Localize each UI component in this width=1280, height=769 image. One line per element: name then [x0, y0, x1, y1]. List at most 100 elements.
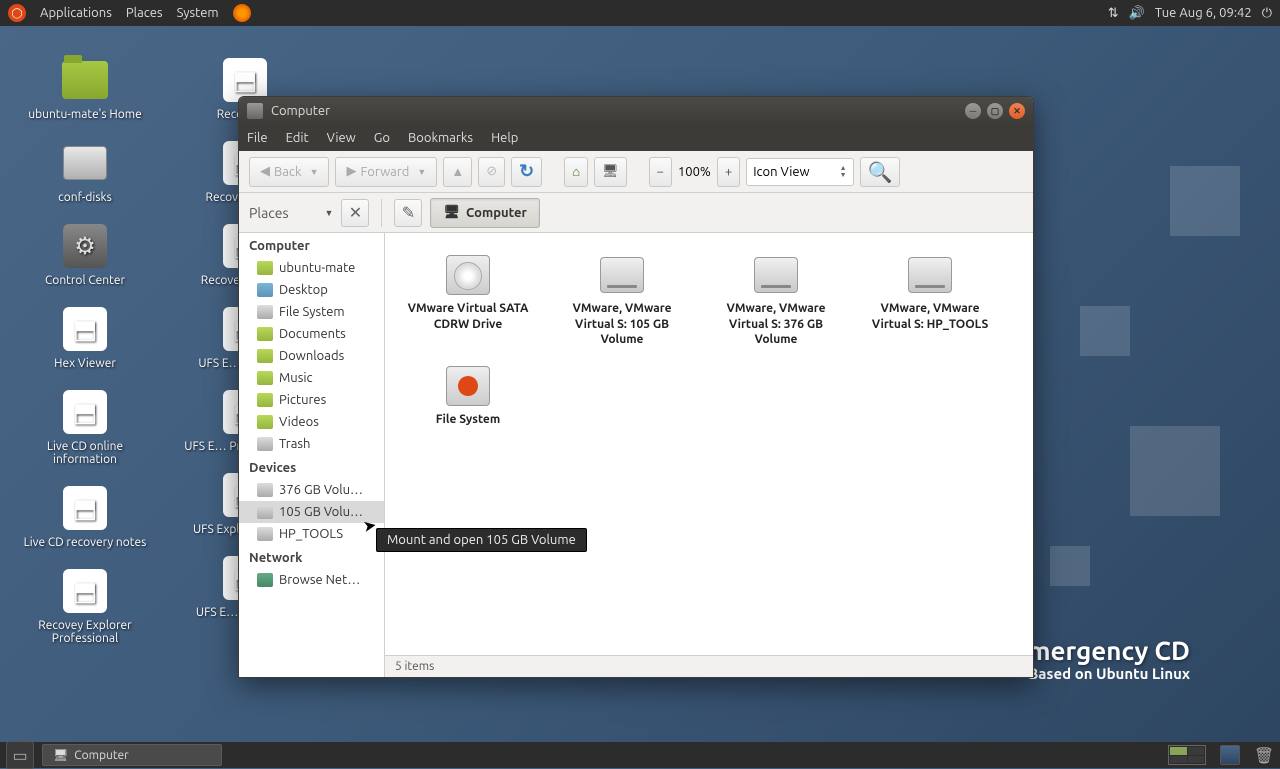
sidebar-item[interactable]: Music	[239, 367, 384, 389]
search-button[interactable]: 🔍	[860, 157, 901, 187]
network-icon[interactable]: ⇅	[1108, 6, 1119, 21]
path-segment-computer[interactable]: 🖥Computer	[430, 198, 539, 228]
zoom-in-button[interactable]: +	[717, 157, 740, 187]
sidebar-group-header: Computer	[239, 233, 384, 257]
file-item[interactable]: File System	[401, 360, 535, 432]
menu-file[interactable]: File	[247, 131, 268, 145]
sidebar-item[interactable]: Browse Net…	[239, 569, 384, 591]
trash-icon[interactable]: 🗑	[1254, 745, 1274, 765]
computer-button[interactable]: 🖥	[594, 157, 627, 187]
forward-button[interactable]: ▶Forward▼	[335, 157, 437, 187]
clock[interactable]: Tue Aug 6, 09:42	[1155, 6, 1252, 20]
volume-icon[interactable]: 🔊	[1129, 6, 1145, 21]
disk-icon	[257, 527, 273, 541]
show-desktop-corner[interactable]	[1220, 745, 1240, 765]
sidebar-item-label: Videos	[279, 415, 319, 429]
top-panel: ◯ Applications Places System ⇅ 🔊 Tue Aug…	[0, 0, 1280, 26]
workspace-switcher[interactable]	[1168, 745, 1206, 765]
sidebar-item-label: Browse Net…	[279, 573, 360, 587]
close-sidebar-button[interactable]: ✕	[341, 199, 369, 227]
desktop-icon[interactable]: ubuntu-mate's Home	[28, 56, 142, 121]
file-item[interactable]: VMware, VMware Virtual S: 105 GB Volume	[555, 249, 689, 352]
menu-bookmarks[interactable]: Bookmarks	[408, 131, 473, 145]
sidebar-item[interactable]: Documents	[239, 323, 384, 345]
sidebar-item[interactable]: ubuntu-mate	[239, 257, 384, 279]
app-icon: ⬒	[61, 567, 109, 615]
sidebar-item[interactable]: Trash	[239, 433, 384, 455]
back-button[interactable]: ◀Back▼	[249, 157, 329, 187]
home-icon: ⌂	[572, 164, 580, 179]
desktop-icon[interactable]: ⬒ Hex Viewer	[54, 305, 116, 370]
menu-go[interactable]: Go	[374, 131, 390, 145]
icon-label: Control Center	[45, 274, 125, 287]
sidebar-item-label: 376 GB Volu…	[279, 483, 363, 497]
location-toolbar: Places▼ ✕ ✎ 🖥Computer	[239, 193, 1033, 233]
sidebar-item[interactable]: Desktop	[239, 279, 384, 301]
sidebar-item-label: Pictures	[279, 393, 326, 407]
view-mode-select[interactable]: Icon View▲▼	[746, 158, 853, 186]
edit-path-button[interactable]: ✎	[394, 199, 422, 227]
sidebar-item-label: Desktop	[279, 283, 328, 297]
sidebar-group-header: Devices	[239, 455, 384, 479]
sidebar-item[interactable]: Downloads	[239, 345, 384, 367]
sidebar-item[interactable]: 376 GB Volu…	[239, 479, 384, 501]
menu-system[interactable]: System	[177, 6, 219, 20]
file-label: VMware, VMware Virtual S: HP_TOOLS	[867, 301, 993, 332]
tooltip: Mount and open 105 GB Volume	[376, 528, 587, 552]
reload-button[interactable]: ↻	[511, 157, 542, 187]
titlebar[interactable]: Computer ─ ▢ ✕	[239, 97, 1033, 125]
disk-icon	[257, 437, 273, 451]
sidebar-item[interactable]: Pictures	[239, 389, 384, 411]
desktop-icon[interactable]: conf-disks	[58, 139, 112, 204]
fold-icon	[257, 349, 273, 363]
file-item[interactable]: VMware, VMware Virtual S: HP_TOOLS	[863, 249, 997, 352]
ubuntu-logo-icon[interactable]: ◯	[8, 4, 26, 22]
desktop[interactable]: ubuntu-mate's Home conf-disks ⚙ Control …	[0, 26, 1280, 742]
task-button-computer[interactable]: 🖥Computer	[42, 744, 222, 766]
desktop-icon[interactable]: ⚙ Control Center	[45, 222, 125, 287]
computer-icon: 🖥	[443, 205, 460, 220]
reload-icon: ↻	[519, 161, 534, 182]
desktop-icon[interactable]: ⬒ Live CD recovery notes	[24, 484, 147, 549]
firefox-icon[interactable]	[233, 4, 251, 22]
minimize-button[interactable]: ─	[965, 103, 981, 119]
menu-applications[interactable]: Applications	[40, 6, 112, 20]
close-button[interactable]: ✕	[1009, 103, 1025, 119]
desk-icon	[257, 283, 273, 297]
stop-button[interactable]: ⊘	[478, 157, 505, 187]
menu-edit[interactable]: Edit	[286, 131, 309, 145]
fold-icon	[257, 415, 273, 429]
file-item[interactable]: VMware, VMware Virtual S: 376 GB Volume	[709, 249, 843, 352]
statusbar: 5 items	[385, 655, 1033, 677]
menu-help[interactable]: Help	[491, 131, 518, 145]
desktop-icon[interactable]: ⬒ Live CD online information	[20, 388, 150, 466]
sidebar-item[interactable]: File System	[239, 301, 384, 323]
home-button[interactable]: ⌂	[564, 157, 588, 187]
sidebar-item-label: 105 GB Volu…	[279, 505, 363, 519]
pencil-icon: ✎	[402, 203, 415, 222]
menu-places[interactable]: Places	[126, 6, 163, 20]
maximize-button[interactable]: ▢	[987, 103, 1003, 119]
menu-view[interactable]: View	[327, 131, 356, 145]
back-icon: ◀	[260, 164, 270, 179]
places-dropdown[interactable]: Places▼	[249, 205, 333, 221]
desktop-icon[interactable]: ⬒ Recovey Explorer Professional	[20, 567, 150, 645]
sidebar-item[interactable]: Videos	[239, 411, 384, 433]
disk-icon	[257, 483, 273, 497]
file-item[interactable]: VMware Virtual SATA CDRW Drive	[401, 249, 535, 352]
zoom-out-button[interactable]: −	[649, 157, 672, 187]
file-label: VMware, VMware Virtual S: 105 GB Volume	[559, 301, 685, 348]
show-desktop-button[interactable]: ▭	[6, 741, 34, 769]
file-manager-window: Computer ─ ▢ ✕ File Edit View Go Bookmar…	[238, 96, 1034, 678]
drive-icon	[906, 253, 954, 297]
toolbar: ◀Back▼ ▶Forward▼ ▲ ⊘ ↻ ⌂ 🖥 − 100% + Icon…	[239, 151, 1033, 193]
up-button[interactable]: ▲	[443, 157, 472, 187]
icon-grid[interactable]: VMware Virtual SATA CDRW Drive VMware, V…	[385, 233, 1033, 655]
sidebar-item-label: HP_TOOLS	[279, 527, 343, 541]
sidebar-item-label: Trash	[279, 437, 310, 451]
net-icon	[257, 573, 273, 587]
bottom-panel: ▭ 🖥Computer 🗑	[0, 742, 1280, 768]
sidebar-item-label: ubuntu-mate	[279, 261, 355, 275]
icon-label: conf-disks	[58, 191, 112, 204]
power-icon[interactable]: ⏻	[1262, 6, 1272, 21]
